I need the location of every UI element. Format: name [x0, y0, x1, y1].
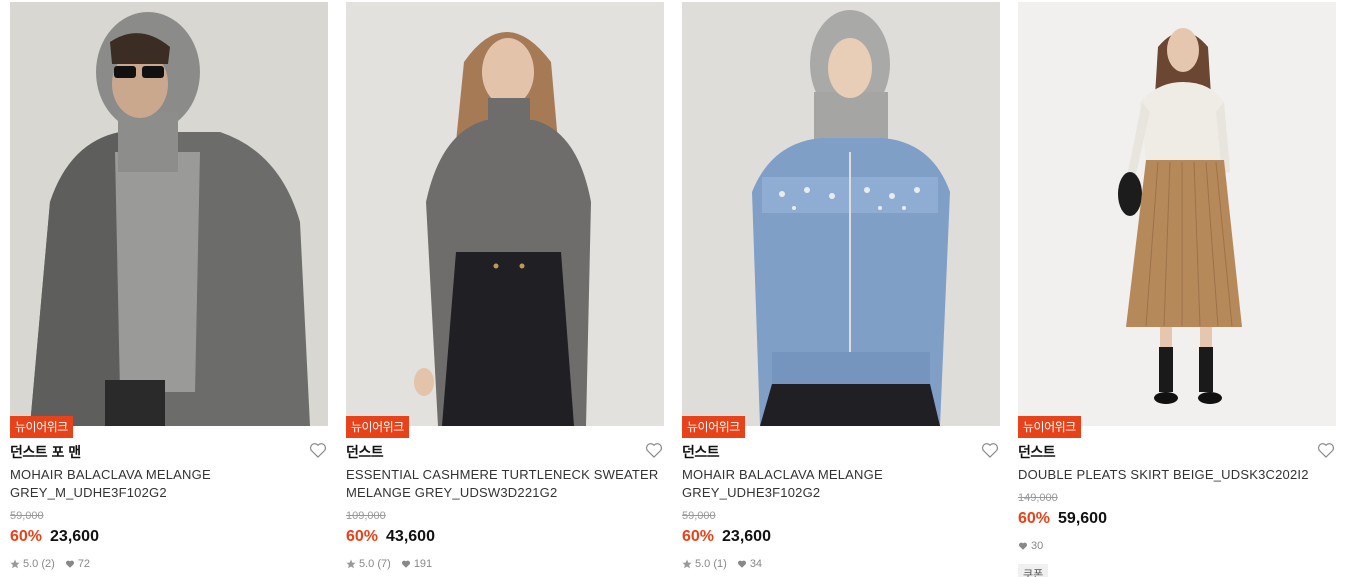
product-meta: 5.0 (7) 191	[346, 558, 442, 570]
sale-price: 23,600	[722, 528, 771, 545]
new-year-week-badge: 뉴이어위크	[346, 416, 409, 438]
review-count: (7)	[377, 558, 391, 570]
wishlist-heart-icon[interactable]	[980, 440, 1000, 460]
price-row: 60% 43,600	[346, 528, 435, 546]
product-image[interactable]	[682, 2, 1000, 426]
heart-filled-icon	[401, 559, 411, 569]
product-name[interactable]: ESSENTIAL CASHMERE TURTLENECK SWEATER ME…	[346, 466, 664, 502]
rating-value: 5.0	[23, 558, 39, 570]
rating-value: 5.0	[695, 558, 711, 570]
brand-name[interactable]: 던스트	[682, 442, 720, 462]
original-price: 109,000	[346, 510, 386, 522]
product-meta: 5.0 (2) 72	[10, 558, 100, 570]
rating: 5.0 (7)	[346, 558, 391, 570]
price-row: 60% 23,600	[682, 528, 771, 546]
product-card[interactable]: 뉴이어위크 던스트 ESSENTIAL CASHMERE TURTLENECK …	[346, 2, 664, 577]
like-count: 30	[1031, 540, 1044, 552]
product-image[interactable]	[1018, 2, 1336, 426]
like-count: 34	[749, 558, 763, 570]
star-icon	[10, 559, 20, 569]
original-price: 59,000	[10, 510, 44, 522]
heart-filled-icon	[65, 559, 75, 569]
wishlist-heart-icon[interactable]	[1316, 440, 1336, 460]
discount-rate: 60%	[10, 528, 43, 545]
like-count: 191	[413, 558, 433, 570]
product-card[interactable]: 뉴이어위크 던스트 포 맨 MOHAIR BALACLAVA MELANGE G…	[10, 2, 328, 577]
wishlist-heart-icon[interactable]	[644, 440, 664, 460]
product-name[interactable]: DOUBLE PLEATS SKIRT BEIGE_UDSK3C202I2	[1018, 466, 1336, 484]
sale-price: 43,600	[386, 528, 435, 545]
sale-price: 59,600	[1058, 510, 1107, 527]
product-name[interactable]: MOHAIR BALACLAVA MELANGE GREY_M_UDHE3F10…	[10, 466, 328, 502]
product-card[interactable]: 뉴이어위크 던스트 DOUBLE PLEATS SKIRT BEIGE_UDSK…	[1018, 2, 1336, 577]
heart-filled-icon	[737, 559, 747, 569]
original-price: 149,000	[1018, 492, 1058, 504]
discount-rate: 60%	[346, 528, 379, 545]
product-grid: 뉴이어위크 던스트 포 맨 MOHAIR BALACLAVA MELANGE G…	[10, 2, 1340, 577]
heart-filled-icon	[1018, 541, 1028, 551]
likes: 34	[737, 558, 762, 570]
product-meta: 30	[1018, 540, 1053, 552]
rating: 5.0 (2)	[10, 558, 55, 570]
likes: 72	[65, 558, 90, 570]
rating: 5.0 (1)	[682, 558, 727, 570]
new-year-week-badge: 뉴이어위크	[1018, 416, 1081, 438]
brand-name[interactable]: 던스트	[1018, 442, 1056, 462]
price-row: 60% 23,600	[10, 528, 99, 546]
coupon-badge: 쿠폰	[1018, 564, 1049, 577]
wishlist-heart-icon[interactable]	[308, 440, 328, 460]
star-icon	[346, 559, 356, 569]
product-name[interactable]: MOHAIR BALACLAVA MELANGE GREY_UDHE3F102G…	[682, 466, 1000, 502]
brand-name[interactable]: 던스트	[346, 442, 384, 462]
price-row: 60% 59,600	[1018, 510, 1107, 528]
review-count: (1)	[713, 558, 727, 570]
original-price: 59,000	[682, 510, 716, 522]
likes: 30	[1018, 540, 1043, 552]
product-card[interactable]: 뉴이어위크 던스트 MOHAIR BALACLAVA MELANGE GREY_…	[682, 2, 1000, 577]
new-year-week-badge: 뉴이어위크	[10, 416, 73, 438]
brand-name[interactable]: 던스트 포 맨	[10, 442, 81, 462]
like-count: 72	[77, 558, 91, 570]
likes: 191	[401, 558, 432, 570]
discount-rate: 60%	[1018, 510, 1051, 527]
rating-value: 5.0	[359, 558, 375, 570]
product-image[interactable]	[10, 2, 328, 426]
new-year-week-badge: 뉴이어위크	[682, 416, 745, 438]
product-meta: 5.0 (1) 34	[682, 558, 772, 570]
discount-rate: 60%	[682, 528, 715, 545]
sale-price: 23,600	[50, 528, 99, 545]
product-image[interactable]	[346, 2, 664, 426]
star-icon	[682, 559, 692, 569]
review-count: (2)	[41, 558, 55, 570]
